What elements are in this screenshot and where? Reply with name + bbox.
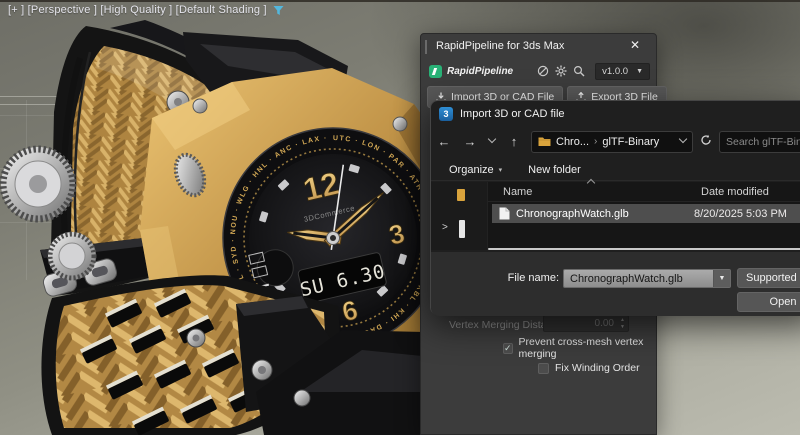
vertex-merging-spinner[interactable]: 0.00 ▲▼ bbox=[543, 315, 629, 332]
new-folder-button[interactable]: New folder bbox=[528, 164, 581, 176]
file-name-combobox[interactable]: ChronographWatch.glb ▼ bbox=[563, 269, 731, 288]
address-breadcrumb-bar[interactable]: Chro... › glTF-Binary bbox=[531, 131, 693, 153]
brand-name: RapidPipeline bbox=[447, 66, 513, 77]
tree-expand-chevron-icon[interactable]: > bbox=[442, 222, 448, 233]
theme-toggle-icon[interactable] bbox=[537, 65, 549, 77]
list-column-headers: Name Date modified bbox=[488, 182, 800, 202]
search-magnifier-icon[interactable] bbox=[573, 65, 585, 77]
folder-icon bbox=[538, 136, 551, 147]
tree-folder-icon bbox=[457, 189, 465, 201]
search-input[interactable] bbox=[719, 131, 800, 153]
file-name: ChronographWatch.glb bbox=[516, 208, 694, 220]
version-value: v1.0.0 bbox=[602, 66, 628, 77]
fix-winding-order-label: Fix Winding Order bbox=[555, 362, 640, 374]
dialog-titlebar[interactable]: 3 Import 3D or CAD file bbox=[431, 101, 800, 126]
folder-tree-pane[interactable]: > bbox=[431, 182, 488, 250]
open-button-label: Open bbox=[770, 296, 797, 308]
file-document-icon bbox=[499, 207, 510, 220]
vertex-merging-value: 0.00 bbox=[595, 318, 614, 329]
panel-close-button[interactable]: ✕ bbox=[630, 38, 640, 52]
import-file-dialog: 3 Import 3D or CAD file ← → ↑ Chro... › … bbox=[430, 100, 800, 315]
breadcrumb-current[interactable]: glTF-Binary bbox=[602, 136, 659, 148]
spinner-arrows-icon[interactable]: ▲▼ bbox=[620, 317, 625, 331]
rapidpipeline-logo-icon bbox=[429, 65, 442, 78]
breadcrumb-parent[interactable]: Chro... bbox=[556, 136, 589, 148]
breadcrumb-separator: › bbox=[594, 136, 597, 147]
file-list: Name Date modified ChronographWatch.glb … bbox=[488, 182, 800, 250]
supported-formats-dropdown[interactable]: Supported Formats bbox=[737, 268, 800, 288]
column-header-name[interactable]: Name bbox=[488, 186, 693, 198]
viewport-shading-label[interactable]: [+ ] [Perspective ] [High Quality ] [Def… bbox=[8, 4, 284, 16]
supported-formats-label: Supported Formats bbox=[746, 272, 800, 284]
chevron-down-icon: ▾ bbox=[499, 166, 503, 174]
column-header-date-modified[interactable]: Date modified bbox=[693, 186, 769, 198]
checkbox-checked[interactable]: ✓ bbox=[503, 343, 513, 354]
3dsmax-app-icon: 3 bbox=[439, 107, 453, 121]
file-name-label: File name: bbox=[471, 272, 559, 284]
viewport-label-text: [+ ] [Perspective ] [High Quality ] [Def… bbox=[8, 4, 267, 16]
name-header-label: Name bbox=[503, 186, 532, 198]
new-folder-label: New folder bbox=[528, 164, 581, 176]
organize-label: Organize bbox=[449, 164, 494, 176]
settings-gear-icon[interactable] bbox=[555, 65, 567, 77]
checkbox-unchecked[interactable] bbox=[538, 363, 549, 374]
3dsmax-viewport: UTC · LON · PAR · ATH · JED · THR · DXB … bbox=[0, 0, 800, 435]
nav-recent-chevron-icon[interactable] bbox=[483, 136, 501, 147]
organize-menu-button[interactable]: Organize ▾ bbox=[449, 164, 502, 176]
watch-3d-model[interactable]: UTC · LON · PAR · ATH · JED · THR · DXB … bbox=[0, 0, 470, 435]
tree-folder-icon bbox=[459, 220, 465, 238]
nav-up-button[interactable]: ↑ bbox=[501, 134, 527, 149]
prevent-cross-mesh-label: Prevent cross-mesh vertex merging bbox=[519, 336, 656, 360]
combobox-dropdown-icon[interactable]: ▼ bbox=[713, 270, 730, 287]
horizontal-scrollbar[interactable] bbox=[488, 248, 800, 250]
nav-back-button[interactable]: ← bbox=[431, 134, 457, 149]
dialog-footer: File name: ChronographWatch.glb ▼ Suppor… bbox=[431, 252, 800, 316]
file-name-combobox-value: ChronographWatch.glb bbox=[570, 273, 683, 285]
open-button[interactable]: Open bbox=[737, 292, 800, 312]
prevent-cross-mesh-checkbox-row[interactable]: ✓ Prevent cross-mesh vertex merging bbox=[503, 336, 656, 360]
refresh-button[interactable] bbox=[693, 134, 719, 149]
panel-grip[interactable] bbox=[425, 40, 427, 54]
panel-title: RapidPipeline for 3ds Max bbox=[436, 40, 564, 52]
dialog-title: Import 3D or CAD file bbox=[460, 108, 565, 120]
address-dropdown-chevron-icon[interactable] bbox=[680, 136, 686, 148]
fix-winding-order-checkbox-row[interactable]: Fix Winding Order bbox=[538, 362, 640, 374]
nav-forward-button[interactable]: → bbox=[457, 134, 483, 149]
file-date-modified: 8/20/2025 5:03 PM bbox=[694, 208, 787, 220]
chevron-down-icon: ▼ bbox=[636, 68, 643, 75]
filter-funnel-icon[interactable] bbox=[273, 5, 284, 16]
file-row-selected[interactable]: ChronographWatch.glb 8/20/2025 5:03 PM bbox=[492, 204, 800, 223]
version-dropdown[interactable]: v1.0.0 ▼ bbox=[595, 63, 650, 80]
